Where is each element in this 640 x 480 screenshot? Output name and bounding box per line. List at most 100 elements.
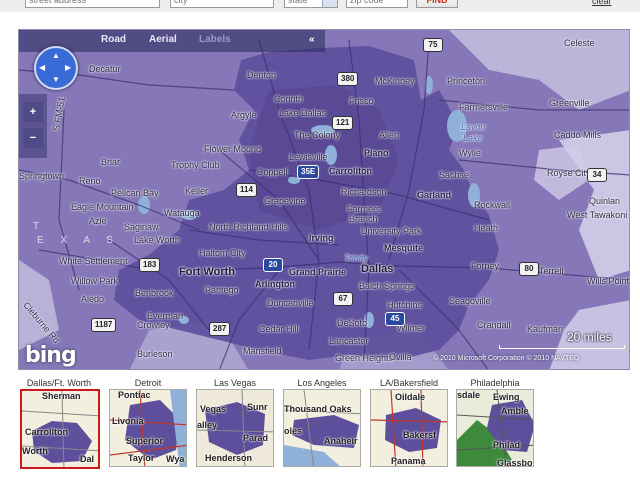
map-label: Aledo xyxy=(81,294,105,304)
thumbnail-los-angeles[interactable]: Los Angeles Thousand Oaks oles Anaheir xyxy=(283,378,361,467)
map-label: Quinlan xyxy=(589,196,621,206)
clear-link[interactable]: clear xyxy=(592,0,612,6)
map-label: Balch Springs xyxy=(359,281,415,291)
map-label: Plano xyxy=(364,148,389,158)
map-label: Argyle xyxy=(231,110,257,120)
map-label: Saginaw xyxy=(124,222,159,232)
map-label: Green Heights xyxy=(335,353,394,363)
map-label: White Settlement xyxy=(59,256,128,266)
map-region-label: T xyxy=(33,221,47,232)
map-label: Pelican Bay xyxy=(111,188,159,198)
highway-shield: 34 xyxy=(587,168,607,182)
pan-compass-control[interactable]: ▲ ▼ ◀ ▶ xyxy=(34,46,78,90)
map-label: Everman xyxy=(147,311,184,321)
map-label: Springtown xyxy=(19,171,65,181)
map-label: Caddo Mills xyxy=(554,130,602,140)
map-label: Carrollton xyxy=(329,166,373,176)
find-button[interactable]: FIND xyxy=(416,0,458,8)
thumbnail-map[interactable]: Vegas Sunr alley Parad Henderson xyxy=(196,389,274,467)
zoom-in-button[interactable]: + xyxy=(23,102,43,122)
map-label: Crowley xyxy=(137,320,170,330)
thumbnail-philadelphia[interactable]: Philadelphia Ewing Amble Philad Glassbo … xyxy=(456,378,534,467)
pan-up-icon[interactable]: ▲ xyxy=(52,51,60,60)
thumbnail-title: LA/Bakersfield xyxy=(379,378,439,388)
map-label: Azle xyxy=(89,216,107,226)
map-label: Lake Dallas xyxy=(279,108,327,118)
collapse-toolbar-button[interactable]: « xyxy=(309,34,315,45)
pan-left-icon[interactable]: ◀ xyxy=(39,63,45,72)
map-label: Dallas xyxy=(361,263,394,275)
map-label: Arlington xyxy=(255,279,295,289)
thumbnail-map[interactable]: Ewing Amble Philad Glassbo sdale xyxy=(456,389,534,467)
map-label: Forney xyxy=(471,261,500,271)
thumbnail-label: Bakersf xyxy=(403,430,437,440)
thumbnail-label: Oildale xyxy=(395,392,426,402)
thumbnail-dallas-ft-worth[interactable]: Dallas/Ft. Worth Sherman Carrollton Wort… xyxy=(20,378,100,469)
pan-right-icon[interactable]: ▶ xyxy=(65,63,71,72)
map-label: Royse City xyxy=(547,168,591,178)
map-label: Fort Worth xyxy=(179,266,236,278)
zoom-out-button[interactable]: − xyxy=(23,128,43,148)
map-label: McKinney xyxy=(375,76,415,86)
thumbnail-label: alley xyxy=(197,420,218,430)
tab-labels[interactable]: Labels xyxy=(199,34,231,45)
pan-down-icon[interactable]: ▼ xyxy=(52,75,60,84)
map-label: The Colony xyxy=(294,130,341,140)
map-label: Lancaster xyxy=(329,336,369,346)
map-label: Princeton xyxy=(447,76,486,86)
map-label: Lewisville xyxy=(289,152,328,162)
thumbnail-detroit[interactable]: Detroit Pontiac Livonia Superior Taylor … xyxy=(109,378,187,467)
thumbnail-label: Glassbo xyxy=(497,458,533,467)
thumbnail-las-vegas[interactable]: Las Vegas Vegas Sunr alley Parad Henders… xyxy=(196,378,274,467)
map-label: North Richland Hills xyxy=(209,222,289,232)
zoom-control: + − xyxy=(19,94,47,158)
thumbnail-label: Henderson xyxy=(205,453,253,463)
tab-aerial[interactable]: Aerial xyxy=(149,34,177,45)
map-label: Farmers xyxy=(347,204,381,214)
map-label: Seagoville xyxy=(449,296,491,306)
map-label: Garland xyxy=(417,190,452,200)
map-label: Pantego xyxy=(205,285,239,295)
state-select[interactable]: state xyxy=(284,0,338,8)
map-label: Willow Park xyxy=(71,276,119,286)
map-label: Grapevine xyxy=(264,196,306,206)
thumbnail-label: Dal xyxy=(80,454,95,464)
thumbnail-label: oles xyxy=(284,426,303,436)
map-label: Trinity xyxy=(344,253,368,263)
highway-shield: 20 xyxy=(263,258,283,272)
thumbnail-title: Detroit xyxy=(134,378,162,388)
coverage-map[interactable]: Decatur Denton McKinney Celeste Princeto… xyxy=(18,29,630,370)
highway-shield: 67 xyxy=(333,292,353,306)
map-label: Trophy Club xyxy=(171,160,220,170)
highway-shield: 35E xyxy=(297,165,320,179)
thumbnail-la-bakersfield[interactable]: LA/Bakersfield Oildale Bakersf Panama xyxy=(370,378,448,467)
thumbnail-label: Carrollton xyxy=(25,427,69,437)
thumbnail-label: Taylor xyxy=(128,453,155,463)
map-label: West Tawakoni xyxy=(567,210,628,220)
map-label: Corinth xyxy=(274,94,304,104)
zip-code-input[interactable]: zip code xyxy=(346,0,408,8)
city-input[interactable]: city xyxy=(170,0,274,8)
thumbnail-label: Livonia xyxy=(112,416,144,426)
thumbnail-title: Las Vegas xyxy=(213,378,257,388)
highway-shield: 45 xyxy=(385,312,405,326)
thumbnail-map[interactable]: Pontiac Livonia Superior Taylor Wya xyxy=(109,389,187,467)
map-label: Lake Worth xyxy=(134,235,180,245)
bing-logo: bing xyxy=(25,343,77,368)
map-label: Kaufman xyxy=(527,324,564,334)
map-label: University Park xyxy=(361,226,422,236)
thumbnail-label: Pontiac xyxy=(118,390,151,400)
thumbnail-map[interactable]: Thousand Oaks oles Anaheir xyxy=(283,389,361,467)
street-address-input[interactable]: street address xyxy=(25,0,160,8)
thumbnail-map[interactable]: Sherman Carrollton Worth Dal xyxy=(20,389,100,469)
copyright-notice: © 2010 Microsoft Corporation © 2010 NAVT… xyxy=(433,355,580,362)
highway-shield: 114 xyxy=(236,183,257,197)
highway-shield: 121 xyxy=(332,116,354,130)
tab-road[interactable]: Road xyxy=(101,34,126,45)
map-label: Burleson xyxy=(137,349,173,359)
map-label: Sachse xyxy=(439,170,470,180)
thumbnail-map[interactable]: Oildale Bakersf Panama xyxy=(370,389,448,467)
thumbnail-label: Panama xyxy=(391,456,426,466)
map-label: Grand Prairie xyxy=(289,267,347,277)
map-label: Branch xyxy=(349,214,378,224)
